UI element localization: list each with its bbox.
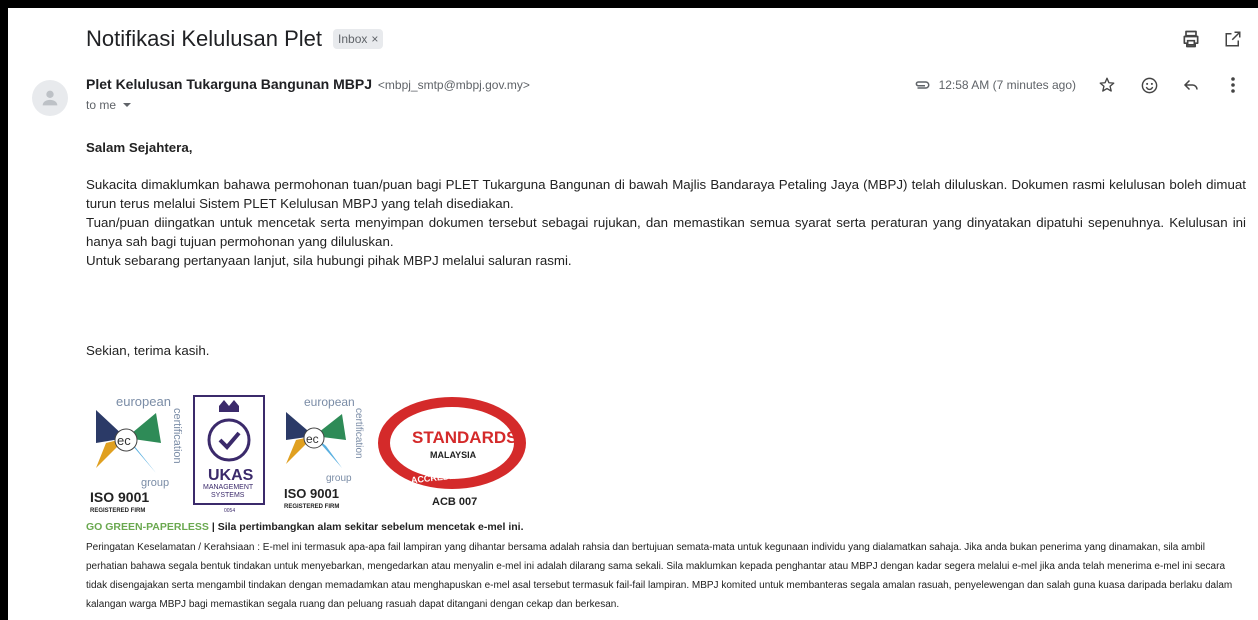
emoji-reaction-icon[interactable] [1138, 74, 1160, 96]
svg-text:certification: certification [171, 408, 183, 464]
recipient-details-toggle[interactable]: to me [86, 98, 132, 112]
star-icon[interactable] [1096, 74, 1118, 96]
confidentiality-disclaimer: Peringatan Keselamatan / Kerahsiaan : E-… [86, 542, 1233, 610]
svg-text:european: european [304, 395, 355, 409]
svg-text:ISO 9001: ISO 9001 [284, 486, 339, 501]
print-notice: Sila pertimbangkan alam sekitar sebelum … [217, 521, 524, 533]
svg-text:ec: ec [117, 433, 131, 448]
svg-text:group: group [326, 473, 352, 484]
recipient-text: to me [86, 98, 117, 112]
chevron-down-icon [123, 103, 132, 107]
body-paragraph-1: Sukacita dimaklumkan bahawa permohonan t… [86, 177, 1246, 211]
email-view: Notifikasi Kelulusan Plet Inbox × Plet K… [8, 8, 1258, 620]
remove-label-icon[interactable]: × [371, 32, 378, 46]
email-body: Salam Sejahtera, Sukacita dimaklumkan ba… [86, 138, 1246, 270]
open-in-new-window-icon[interactable] [1222, 28, 1244, 50]
subject-row: Notifikasi Kelulusan Plet Inbox × [86, 26, 384, 52]
svg-text:MALAYSIA: MALAYSIA [430, 450, 477, 460]
svg-text:ISO 9001: ISO 9001 [90, 489, 149, 505]
sender-name[interactable]: Plet Kelulusan Tukarguna Bangunan MBPJ [86, 76, 372, 92]
body-paragraph-2: Tuan/puan diingatkan untuk mencetak sert… [86, 215, 1246, 249]
svg-text:MANAGEMENT: MANAGEMENT [203, 484, 254, 491]
svg-text:ec: ec [306, 432, 319, 446]
more-vert-icon[interactable] [1222, 74, 1244, 96]
svg-text:certification: certification [353, 408, 364, 459]
closing-line: Sekian, terima kasih. [86, 343, 210, 358]
go-green-notice: GO GREEN-PAPERLESS | Sila pertimbangkan … [86, 521, 524, 533]
body-paragraph-3: Untuk sebarang pertanyaan lanjut, sila h… [86, 253, 572, 268]
timestamp-group: 12:58 AM (7 minutes ago) [913, 78, 1076, 92]
timestamp: 12:58 AM (7 minutes ago) [938, 78, 1076, 92]
certification-logos: european ec certification group ISO 9001… [90, 394, 526, 513]
svg-text:UKAS: UKAS [208, 467, 254, 484]
person-icon [42, 90, 58, 106]
sender-email: <mbpj_smtp@mbpj.gov.my> [377, 78, 530, 92]
svg-text:STANDARDS: STANDARDS [412, 428, 517, 447]
svg-text:group: group [141, 477, 169, 489]
go-green-text: GO GREEN-PAPERLESS [86, 521, 209, 533]
print-icon[interactable] [1180, 28, 1202, 50]
attachment-icon [915, 81, 930, 89]
ec-certification-logo: european ec certification group ISO 9001… [90, 394, 183, 513]
svg-text:SYSTEMS: SYSTEMS [211, 492, 245, 499]
svg-text:ACB 007: ACB 007 [432, 496, 477, 508]
svg-text:0054: 0054 [224, 508, 235, 513]
separator: | [208, 521, 218, 533]
thread-actions [1180, 28, 1244, 50]
reply-icon[interactable] [1180, 74, 1202, 96]
label-text: Inbox [338, 32, 368, 46]
sender-line: Plet Kelulusan Tukarguna Bangunan MBPJ <… [86, 76, 530, 92]
email-subject: Notifikasi Kelulusan Plet [86, 26, 323, 51]
svg-text:REGISTERED FIRM: REGISTERED FIRM [284, 504, 339, 510]
ukas-logo: UKAS MANAGEMENT SYSTEMS 0054 [193, 395, 265, 513]
svg-text:REGISTERED FIRM: REGISTERED FIRM [90, 508, 145, 513]
sender-avatar[interactable] [32, 80, 68, 116]
svg-text:european: european [116, 394, 171, 409]
inbox-label-chip[interactable]: Inbox × [333, 29, 384, 49]
standards-malaysia-logo: STANDARDS MALAYSIA ACCREDITED ACB 007 [378, 397, 526, 508]
ec-certification-logo-2: european ec certification group ISO 9001… [284, 395, 364, 510]
greeting: Salam Sejahtera, [86, 140, 193, 155]
message-actions: 12:58 AM (7 minutes ago) [913, 74, 1244, 96]
